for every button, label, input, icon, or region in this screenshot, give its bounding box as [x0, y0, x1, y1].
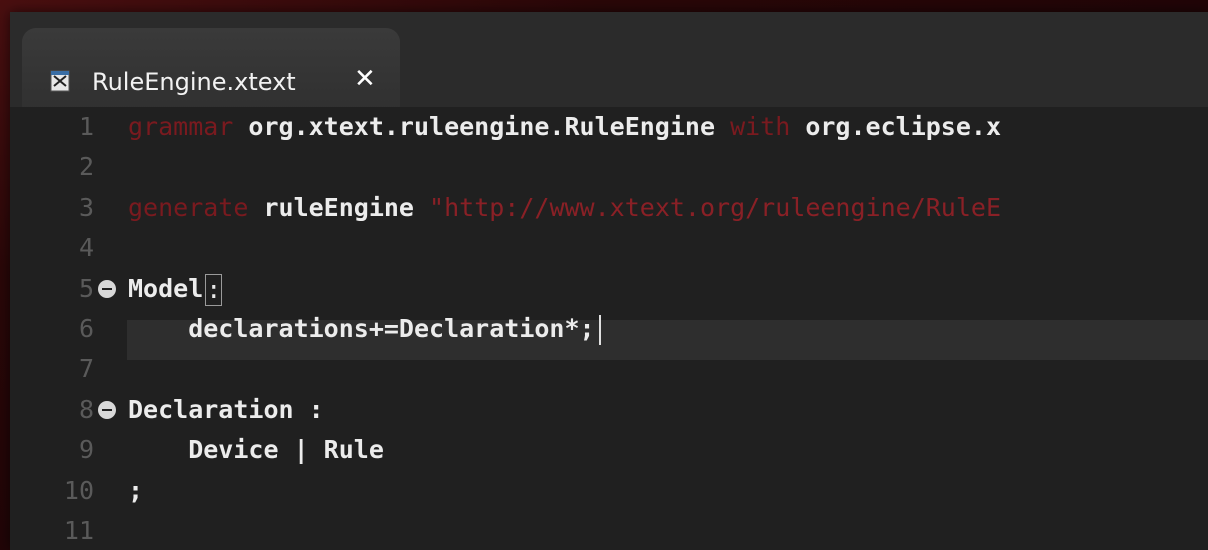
close-icon[interactable]: ✕ [354, 66, 376, 92]
code-text: Device | Rule [128, 430, 384, 470]
code-line: 5 Model: [10, 269, 1208, 309]
identifier-token: Device | Rule [128, 435, 384, 465]
code-text: declarations+=Declaration*; [128, 309, 601, 349]
tab-title: RuleEngine.xtext [92, 68, 296, 96]
code-line: 11 [10, 511, 1208, 550]
identifier-token: org.eclipse.x [790, 112, 1001, 141]
line-number: 7 [78, 354, 94, 384]
code-text: generate ruleEngine "http://www.xtext.or… [128, 188, 1001, 228]
tab-strip: RuleEngine.xtext ✕ [10, 12, 1208, 120]
identifier-token: ruleEngine [248, 192, 430, 222]
line-number: 11 [63, 516, 94, 545]
identifier-token: org.xtext.ruleengine.RuleEngine [233, 112, 731, 141]
line-number: 5 [78, 273, 94, 303]
code-line: 1 grammar org.xtext.ruleengine.RuleEngine… [10, 107, 1208, 147]
line-number: 3 [78, 192, 94, 222]
code-editor[interactable]: 1 grammar org.xtext.ruleengine.RuleEngine… [10, 107, 1208, 550]
editor-window: RuleEngine.xtext ✕ 1 grammar org.xtext.ru… [10, 12, 1208, 550]
identifier-token: Model [128, 273, 204, 303]
code-line: 10; [10, 471, 1208, 511]
fold-toggle-icon[interactable] [98, 400, 116, 419]
fold-toggle-icon[interactable] [98, 279, 116, 298]
identifier-token: ; [128, 475, 144, 505]
line-number: 1 [78, 112, 94, 141]
text-caret [598, 315, 601, 345]
matching-bracket-highlight: : [205, 273, 223, 306]
code-line: 9 Device | Rule [10, 430, 1208, 470]
code-line: 7 [10, 349, 1208, 389]
line-number: 8 [78, 394, 94, 424]
keyword-token: generate [128, 192, 249, 222]
code-line: 8 Declaration : [10, 390, 1208, 430]
xtext-file-icon [50, 70, 70, 92]
keyword-token: grammar [128, 112, 234, 141]
code-text: ; [128, 471, 143, 511]
line-number: 4 [78, 233, 94, 263]
code-text: grammar org.xtext.ruleengine.RuleEngine … [128, 107, 1001, 147]
code-line: 2 [10, 147, 1208, 187]
code-text: Model: [128, 269, 223, 309]
code-line: 4 [10, 228, 1208, 268]
line-number: 2 [78, 152, 94, 182]
identifier-token: Declaration : [128, 394, 324, 424]
identifier-token: declarations+=Declaration*; [128, 314, 595, 343]
code-line: 3 generate ruleEngine "http://www.xtext.o… [10, 188, 1208, 228]
line-number: 9 [78, 435, 94, 465]
line-number: 10 [63, 475, 94, 505]
code-text: Declaration : [128, 390, 324, 430]
keyword-token: with [730, 112, 791, 141]
code-line: 6 declarations+=Declaration*; [10, 309, 1208, 349]
line-number: 6 [78, 314, 94, 343]
string-token: "http://www.xtext.org/ruleengine/RuleE [429, 192, 1001, 222]
